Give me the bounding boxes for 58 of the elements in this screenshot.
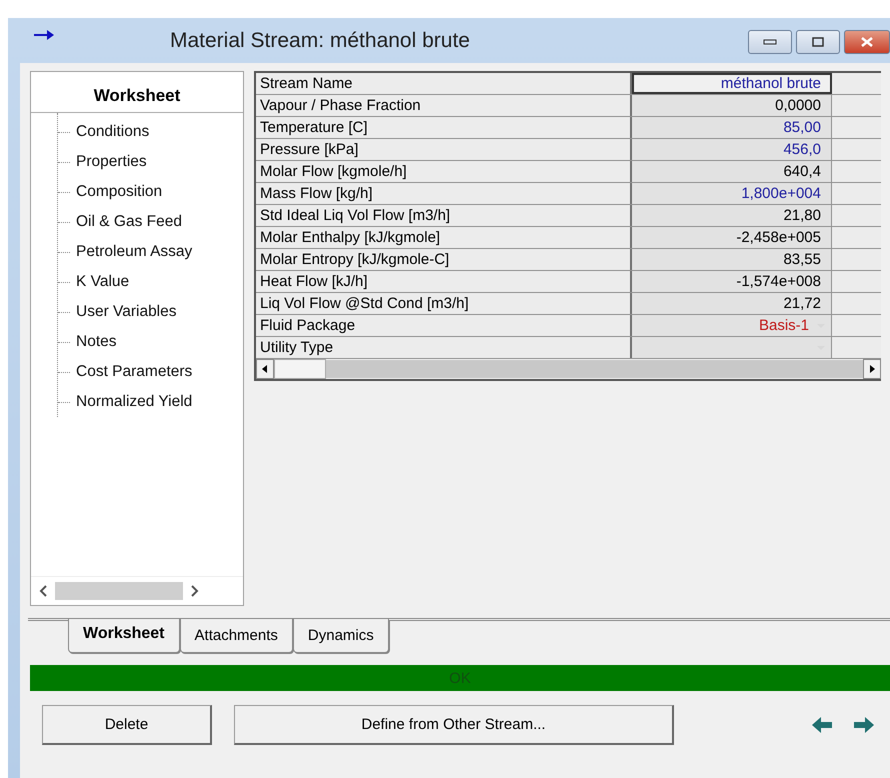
sidebar-item[interactable]: Cost Parameters — [76, 363, 192, 381]
sidebar-item[interactable]: Properties — [76, 153, 147, 171]
value-text: -1,574e+008 — [736, 272, 821, 292]
sidebar-item[interactable]: User Variables — [76, 303, 177, 321]
value-cell[interactable]: 640,4 — [632, 161, 832, 182]
value-text: 21,80 — [783, 206, 821, 226]
tab[interactable]: Dynamics — [292, 619, 389, 653]
scroll-right-icon[interactable] — [863, 359, 881, 379]
value-cell[interactable]: Basis-1 — [632, 315, 832, 336]
scroll-left-icon[interactable] — [256, 359, 274, 379]
minimize-button[interactable] — [748, 30, 792, 54]
scroll-left-icon[interactable] — [39, 585, 47, 597]
sidebar-item[interactable]: K Value — [76, 273, 130, 291]
value-text: méthanol brute — [720, 74, 821, 94]
scroll-thumb[interactable] — [274, 359, 326, 379]
sidebar-item[interactable]: Normalized Yield — [76, 393, 192, 411]
window-title: Material Stream: méthanol brute — [170, 28, 470, 52]
value-text: 85,00 — [783, 118, 821, 138]
value-cell[interactable]: 1,800e+004 — [632, 183, 832, 204]
value-text: 640,4 — [783, 162, 821, 182]
right-arrow-icon[interactable] — [854, 717, 874, 733]
sidebar-item[interactable]: Notes — [76, 333, 116, 351]
value-text: 83,55 — [783, 250, 821, 270]
arrow-icon — [34, 30, 54, 40]
value-cell[interactable]: méthanol brute — [632, 73, 832, 94]
value-text: -2,458e+005 — [736, 228, 821, 248]
value-cell[interactable]: 21,72 — [632, 293, 832, 314]
sidebar-item[interactable]: Petroleum Assay — [76, 243, 192, 261]
scroll-right-icon[interactable] — [191, 585, 199, 597]
value-cell[interactable]: -2,458e+005 — [632, 227, 832, 248]
value-text: 1,800e+004 — [741, 184, 821, 204]
sidebar-title: Worksheet — [31, 72, 243, 113]
value-cell[interactable]: 21,80 — [632, 205, 832, 226]
action-button[interactable]: Delete — [42, 705, 212, 745]
value-text: 0,0000 — [775, 96, 821, 116]
maximize-button[interactable] — [796, 30, 840, 54]
value-text: 456,0 — [783, 140, 821, 160]
value-cell[interactable]: 456,0 — [632, 139, 832, 160]
scroll-thumb[interactable] — [55, 582, 183, 600]
value-cell[interactable]: 85,00 — [632, 117, 832, 138]
value-cell[interactable]: 83,55 — [632, 249, 832, 270]
sidebar-item[interactable]: Conditions — [76, 123, 150, 141]
value-cell[interactable] — [632, 337, 832, 358]
value-text: Basis-1 — [758, 316, 809, 336]
action-button[interactable]: Define from Other Stream... — [234, 705, 674, 745]
minimize-icon — [763, 39, 777, 45]
sidebar-item[interactable]: Oil & Gas Feed — [76, 213, 182, 231]
maximize-icon — [812, 37, 824, 47]
value-text: 21,72 — [783, 294, 821, 314]
value-cell[interactable]: 0,0000 — [632, 95, 832, 116]
sidebar-item[interactable]: Composition — [76, 183, 162, 201]
close-button[interactable] — [844, 30, 890, 54]
horizontal-scrollbar[interactable] — [256, 359, 881, 379]
value-cell[interactable]: -1,574e+008 — [632, 271, 832, 292]
close-icon — [861, 37, 873, 47]
left-arrow-icon[interactable] — [812, 717, 832, 733]
tab[interactable]: Worksheet — [68, 619, 180, 653]
tab[interactable]: Attachments — [180, 619, 293, 653]
